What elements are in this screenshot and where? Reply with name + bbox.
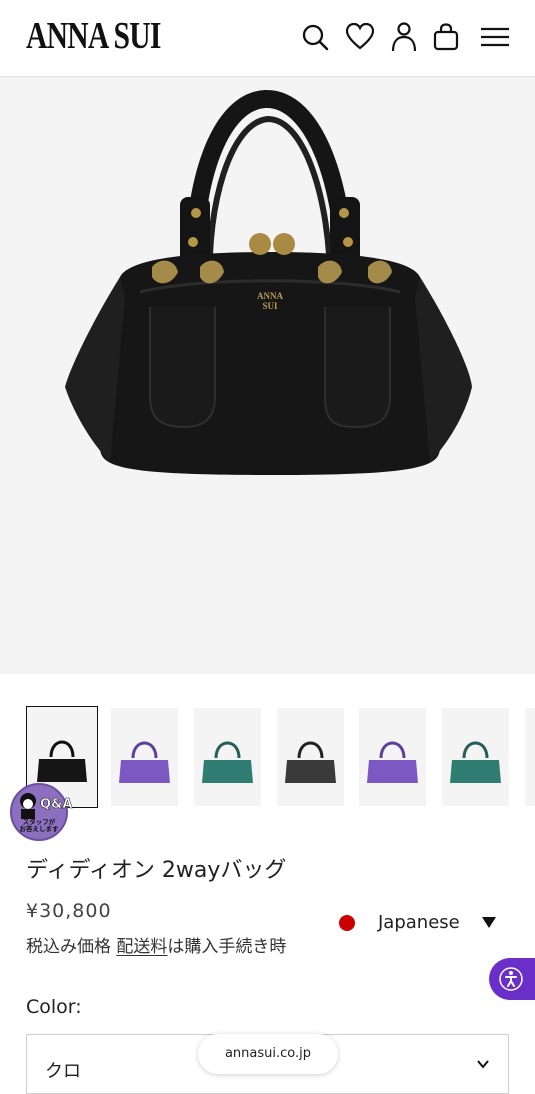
site-header: ANNA SUI bbox=[0, 0, 535, 77]
language-selector[interactable]: Japanese bbox=[326, 900, 512, 946]
tax-suffix: は購入手続き時 bbox=[167, 937, 287, 957]
staff-avatar-icon bbox=[20, 793, 36, 819]
language-label: Japanese bbox=[378, 912, 460, 933]
search-icon[interactable] bbox=[301, 22, 329, 52]
thumbnail-partial[interactable] bbox=[525, 708, 535, 806]
product-title: ディディオン 2wayバッグ bbox=[26, 858, 287, 883]
browser-url-bar[interactable]: annasui.co.jp bbox=[198, 1034, 338, 1074]
svg-text:ANNA: ANNA bbox=[257, 291, 283, 301]
thumbnail-dark-grey[interactable] bbox=[277, 708, 344, 806]
svg-text:SUI: SUI bbox=[262, 301, 278, 311]
shopping-bag-icon[interactable] bbox=[432, 22, 460, 52]
shipping-link[interactable]: 配送料 bbox=[116, 937, 167, 957]
japan-flag-icon bbox=[339, 915, 355, 931]
url-text: annasui.co.jp bbox=[224, 1046, 312, 1061]
caret-down-icon bbox=[482, 917, 496, 928]
thumbnail-teal[interactable] bbox=[194, 708, 261, 806]
qa-badge[interactable]: Q&A スタッフが お答えします bbox=[10, 783, 73, 841]
accessibility-button[interactable] bbox=[489, 958, 535, 1000]
brand-logo[interactable]: ANNA SUI bbox=[26, 14, 161, 58]
tax-shipping-note: 税込み価格 配送料は購入手続き時 bbox=[26, 932, 286, 957]
handbag-image: ANNA SUI bbox=[65, 90, 472, 475]
chevron-down-icon bbox=[477, 1060, 489, 1069]
tax-prefix: 税込み価格 bbox=[26, 937, 111, 957]
thumbnail-purple-2[interactable] bbox=[359, 708, 426, 806]
thumbnail-strip bbox=[0, 706, 535, 808]
product-price: ¥30,800 bbox=[26, 900, 112, 922]
accessibility-icon bbox=[499, 967, 523, 991]
user-icon[interactable] bbox=[390, 22, 418, 52]
qa-subtitle-line2: お答えします bbox=[19, 825, 59, 833]
thumbnail-purple[interactable] bbox=[111, 708, 178, 806]
thumbnail-teal-2[interactable] bbox=[442, 708, 509, 806]
color-select-value: クロ bbox=[45, 1061, 81, 1082]
qa-title: Q&A bbox=[40, 797, 73, 813]
qa-subtitle: スタッフが お答えします bbox=[12, 819, 66, 833]
color-label: Color: bbox=[26, 996, 82, 1018]
heart-icon[interactable] bbox=[346, 22, 374, 52]
product-main-image[interactable]: ANNA SUI bbox=[0, 77, 535, 674]
menu-icon[interactable] bbox=[480, 22, 510, 52]
